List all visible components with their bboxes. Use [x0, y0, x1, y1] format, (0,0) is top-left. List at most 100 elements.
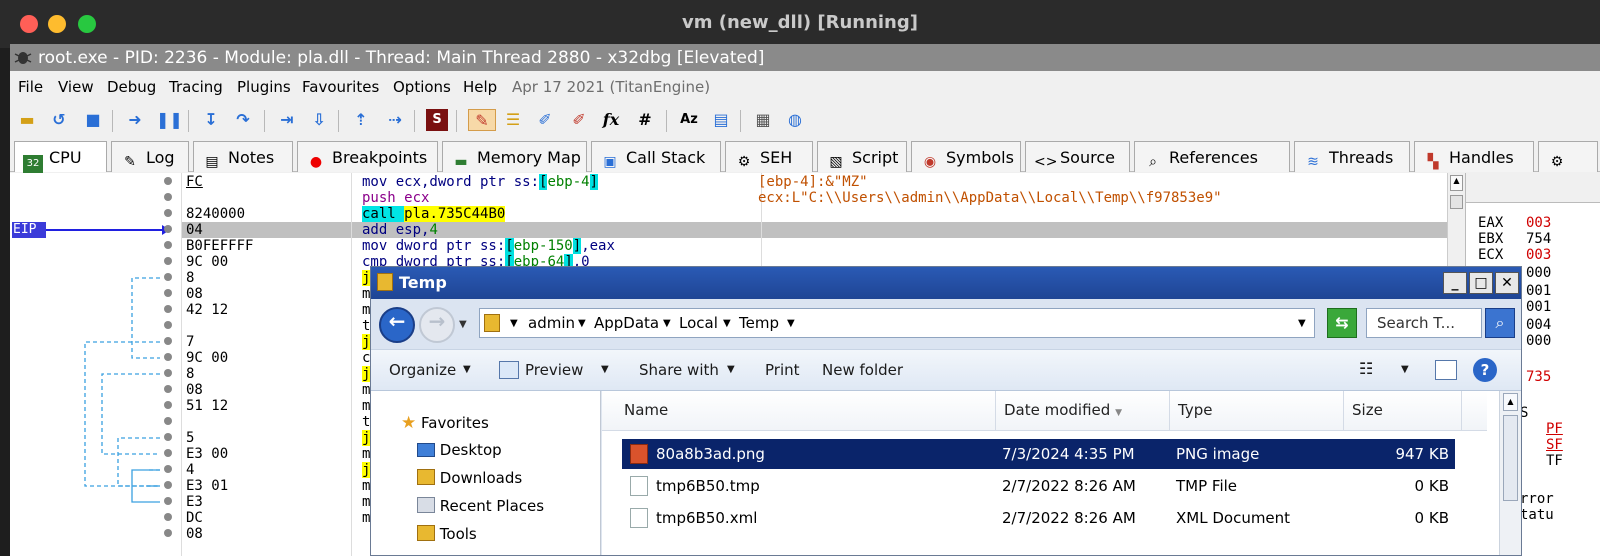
tab-cpu[interactable]: 32 CPU	[14, 141, 107, 173]
bytes-line[interactable]: 4	[186, 462, 194, 478]
breakpoint-dot[interactable]	[164, 369, 172, 377]
nav-downloads[interactable]: Downloads	[417, 469, 522, 487]
file-list-scrollbar[interactable]: ▲	[1499, 391, 1521, 555]
breakpoint-dot[interactable]	[164, 513, 172, 521]
labels-icon[interactable]: ✐	[534, 109, 556, 131]
scroll-thumb[interactable]	[1503, 415, 1518, 501]
menu-favourites[interactable]: Favourites	[302, 78, 379, 96]
breadcrumb-admin[interactable]: admin	[528, 314, 575, 332]
breakpoint-dot[interactable]	[164, 257, 172, 265]
address-dropdown-icon[interactable]: ▼	[1298, 318, 1306, 329]
bytes-line[interactable]: 8	[186, 366, 194, 382]
file-row[interactable]: 80a8b3ad.png 7/3/2024 4:35 PM PNG image 947…	[622, 439, 1455, 469]
breakpoint-dot[interactable]	[164, 289, 172, 297]
scroll-up-icon[interactable]: ▲	[1503, 393, 1518, 411]
register-row[interactable]: ECX 003	[1478, 247, 1551, 263]
functions-icon[interactable]: fx	[600, 109, 622, 131]
scylla-icon[interactable]: S	[426, 109, 448, 131]
bytes-line[interactable]: FC	[186, 174, 203, 190]
breakpoint-dot[interactable]	[164, 225, 172, 233]
tab-notes[interactable]: ▤ Notes	[193, 141, 293, 172]
new-folder-button[interactable]: New folder	[822, 361, 903, 379]
breakpoint-dot[interactable]	[164, 433, 172, 441]
open-file-icon[interactable]: ▬	[16, 109, 38, 131]
menu-tracing[interactable]: Tracing	[169, 78, 223, 96]
trace-into-icon[interactable]: ⇥	[276, 109, 298, 131]
bytes-line[interactable]: 51 12	[186, 398, 228, 414]
tab-breakpoints[interactable]: ● Breakpoints	[297, 141, 438, 172]
disasm-line[interactable]: add esp,4	[362, 222, 438, 238]
breakpoint-dot[interactable]	[164, 353, 172, 361]
flag-label[interactable]: TF	[1546, 453, 1563, 469]
nav-recent-places[interactable]: Recent Places	[417, 497, 544, 515]
calculator-icon[interactable]: ▦	[752, 109, 774, 131]
menu-file[interactable]: File	[18, 78, 43, 96]
scroll-thumb[interactable]	[1450, 195, 1463, 209]
column-name[interactable]: Name	[616, 391, 996, 431]
search-input[interactable]: Search T...	[1366, 308, 1482, 338]
tab-threads[interactable]: ≋ Threads	[1294, 141, 1410, 172]
chevron-down-icon[interactable]: ▼	[578, 318, 586, 329]
bytes-line[interactable]: DC	[186, 510, 203, 526]
bytes-line[interactable]: 08	[186, 526, 203, 542]
breadcrumb-temp[interactable]: Temp	[739, 314, 779, 332]
step-over-icon[interactable]: ↷	[232, 109, 254, 131]
menu-debug[interactable]: Debug	[107, 78, 156, 96]
globe-icon[interactable]: ◍	[784, 109, 806, 131]
breakpoint-dot[interactable]	[164, 241, 172, 249]
bytes-line[interactable]: 8240000	[186, 206, 245, 222]
tab-symbols[interactable]: ◉ Symbols	[911, 141, 1021, 172]
comments-icon[interactable]: ☰	[502, 109, 524, 131]
forward-button[interactable]: →	[419, 307, 455, 343]
help-icon[interactable]: ?	[1473, 358, 1497, 382]
chevron-down-icon[interactable]: ▼	[787, 318, 795, 329]
register-row[interactable]: EAX 003	[1478, 215, 1551, 231]
breakpoint-dot[interactable]	[164, 401, 172, 409]
breakpoint-dot[interactable]	[164, 209, 172, 217]
breakpoint-dot[interactable]	[164, 273, 172, 281]
disasm-line[interactable]: mov dword ptr ss:[ebp-150],eax	[362, 238, 615, 254]
column-size[interactable]: Size	[1344, 391, 1462, 431]
execute-till-return-icon[interactable]: ⇡	[350, 109, 372, 131]
tab-seh[interactable]: ⚙ SEH	[725, 141, 813, 172]
chevron-down-icon[interactable]: ▼	[1401, 364, 1409, 375]
bytes-line[interactable]: E3 00	[186, 446, 228, 462]
tab-source[interactable]: <> Source	[1025, 141, 1130, 172]
tab-call-stack[interactable]: ▣ Call Stack	[591, 141, 721, 172]
scroll-up-icon[interactable]: ▲	[1450, 175, 1463, 191]
bytes-line[interactable]: E3 01	[186, 478, 228, 494]
breadcrumb-appdata[interactable]: AppData	[594, 314, 659, 332]
flag-label[interactable]: SF	[1546, 437, 1563, 453]
pause-icon[interactable]: ❚❚	[156, 109, 183, 131]
minimize-button[interactable]: _	[1443, 272, 1467, 294]
restart-icon[interactable]: ↺	[48, 109, 70, 131]
breakpoint-dot[interactable]	[164, 417, 172, 425]
register-row[interactable]: EBX 754	[1478, 231, 1551, 247]
flag-label[interactable]: PF	[1546, 421, 1563, 437]
run-to-user-code-icon[interactable]: ⇢	[384, 109, 406, 131]
share-with-button[interactable]: Share with	[639, 361, 719, 379]
chevron-down-icon[interactable]: ▼	[663, 318, 671, 329]
refresh-icon[interactable]: ⇆	[1327, 308, 1357, 338]
tab-handles[interactable]: ▚ Handles	[1414, 141, 1534, 172]
bytes-line[interactable]: 9C 00	[186, 350, 228, 366]
tab-more[interactable]: ⚙	[1538, 141, 1598, 172]
print-button[interactable]: Print	[765, 361, 800, 379]
tab-script[interactable]: ▧ Script	[817, 141, 907, 172]
preview-pane-icon[interactable]	[1435, 360, 1457, 380]
maximize-button[interactable]: □	[1469, 272, 1493, 294]
file-row[interactable]: tmp6B50.tmp 2/7/2022 8:26 AM TMP File 0 KB	[622, 471, 1455, 501]
preview-button[interactable]: Preview	[525, 361, 583, 379]
breadcrumb-local[interactable]: Local	[679, 314, 718, 332]
breakpoint-dot[interactable]	[164, 465, 172, 473]
clipboard-icon[interactable]: ▤	[710, 109, 732, 131]
breakpoint-dot[interactable]	[164, 337, 172, 345]
bookmarks-icon[interactable]: ✐	[568, 109, 590, 131]
nav-desktop[interactable]: Desktop	[417, 441, 502, 459]
bytes-line[interactable]: 04	[186, 222, 203, 238]
breakpoint-dot[interactable]	[164, 449, 172, 457]
tab-log[interactable]: ✎ Log	[111, 141, 189, 172]
breakpoint-dot[interactable]	[164, 193, 172, 201]
menu-view[interactable]: View	[58, 78, 94, 96]
bytes-line[interactable]: 9C 00	[186, 254, 228, 270]
